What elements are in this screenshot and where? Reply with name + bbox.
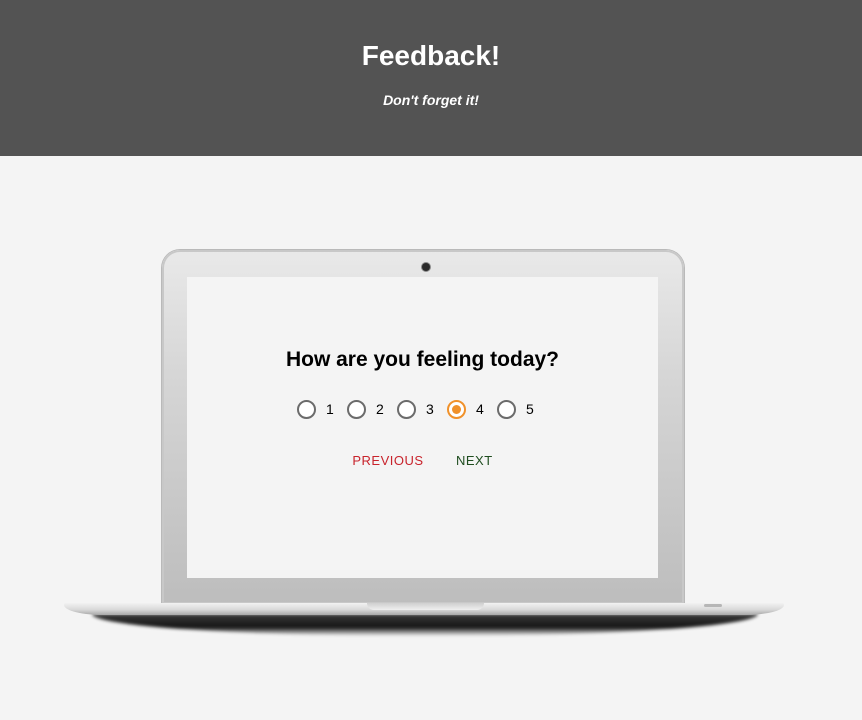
radio-button[interactable]	[397, 399, 416, 419]
radio-button[interactable]	[447, 399, 466, 419]
camera-icon	[422, 263, 430, 271]
laptop-hinge-notch	[367, 603, 484, 610]
laptop-base-shadow	[92, 614, 758, 636]
rating-option-2[interactable]: 2	[347, 399, 384, 419]
rating-option-3[interactable]: 3	[397, 399, 434, 419]
survey-navigation: PREVIOUS NEXT	[187, 452, 658, 470]
rating-option-label: 3	[426, 401, 434, 417]
rating-option-label: 2	[376, 401, 384, 417]
previous-button[interactable]: PREVIOUS	[338, 452, 437, 470]
rating-option-1[interactable]: 1	[297, 399, 334, 419]
next-button[interactable]: NEXT	[442, 452, 507, 470]
laptop-screen	[187, 277, 658, 578]
radio-button[interactable]	[297, 399, 316, 419]
radio-button[interactable]	[347, 399, 366, 419]
rating-option-5[interactable]: 5	[497, 399, 534, 419]
rating-options: 1 2 3 4 5	[297, 398, 547, 420]
rating-option-label: 5	[526, 401, 534, 417]
rating-option-label: 4	[476, 401, 484, 417]
survey-question: How are you feeling today?	[285, 348, 560, 371]
radio-button[interactable]	[497, 399, 516, 419]
rating-option-4[interactable]: 4	[447, 399, 484, 419]
laptop-foot	[704, 604, 722, 607]
rating-option-label: 1	[326, 401, 334, 417]
